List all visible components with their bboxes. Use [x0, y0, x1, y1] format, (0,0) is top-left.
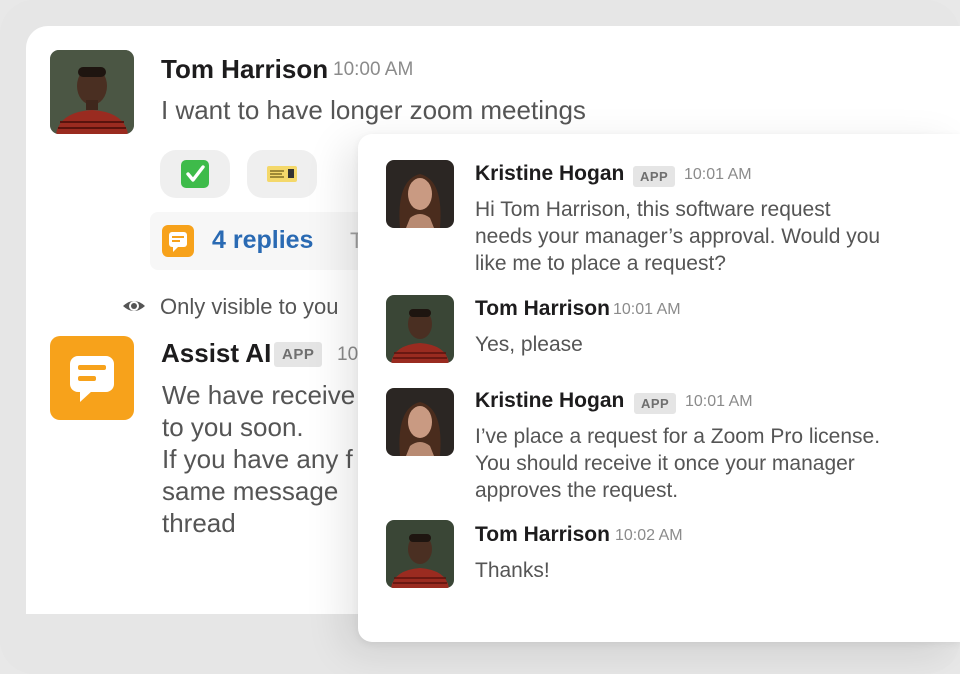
- message-timestamp[interactable]: 10: [337, 344, 358, 366]
- message-text-line: same message: [162, 476, 339, 506]
- message-text-line: like me to place a request?: [475, 252, 726, 275]
- message-text-line: needs your manager’s approval. Would you: [475, 225, 881, 248]
- message-author[interactable]: Tom Harrison: [475, 523, 610, 547]
- message-text-line: to you soon.: [162, 412, 304, 442]
- message-author[interactable]: Tom Harrison: [475, 297, 610, 321]
- message-timestamp[interactable]: 10:01 AM: [684, 166, 752, 184]
- avatar-kristine-hogan[interactable]: [386, 388, 454, 456]
- app-badge: APP: [633, 166, 676, 187]
- message-author[interactable]: Kristine Hogan: [475, 389, 624, 413]
- avatar-assist-ai[interactable]: [50, 336, 134, 420]
- avatar-tom-harrison[interactable]: [50, 50, 134, 134]
- checkmark-icon: [181, 160, 209, 188]
- assist-chat-icon: [70, 356, 114, 402]
- reaction-checkmark[interactable]: [160, 150, 230, 198]
- reaction-ticket[interactable]: [247, 150, 317, 198]
- message-text-line: approves the request.: [475, 479, 679, 502]
- app-badge: APP: [274, 342, 323, 367]
- message-text-line: Hi Tom Harrison, this software request: [475, 198, 831, 221]
- message-author[interactable]: Assist AI: [161, 338, 271, 369]
- message-text-line: We have receive: [162, 380, 356, 410]
- avatar-kristine-hogan[interactable]: [386, 160, 454, 228]
- reply-count[interactable]: 4 replies: [212, 226, 313, 255]
- message-text-line: If you have any f: [162, 444, 353, 474]
- message-text-line: Thanks!: [475, 559, 550, 582]
- thread-panel: Kristine Hogan APP 10:01 AM Hi Tom Harri…: [358, 134, 960, 642]
- eye-icon: [123, 301, 145, 311]
- message-text-line: You should receive it once your manager: [475, 452, 855, 475]
- visibility-text: Only visible to you: [160, 294, 339, 319]
- assist-app-icon: [162, 225, 194, 257]
- ticket-icon: [267, 166, 297, 182]
- avatar-tom-harrison[interactable]: [386, 520, 454, 588]
- message-author[interactable]: Kristine Hogan: [475, 162, 624, 186]
- message-text-line: I’ve place a request for a Zoom Pro lice…: [475, 425, 881, 448]
- app-badge: APP: [634, 393, 677, 414]
- message-timestamp[interactable]: 10:02 AM: [615, 527, 683, 545]
- avatar-tom-harrison[interactable]: [386, 295, 454, 363]
- message-author[interactable]: Tom Harrison: [161, 54, 328, 85]
- message-timestamp[interactable]: 10:01 AM: [685, 393, 753, 411]
- message-timestamp[interactable]: 10:01 AM: [613, 301, 681, 319]
- message-text-line: Yes, please: [475, 333, 583, 356]
- message-text: I want to have longer zoom meetings: [161, 95, 586, 125]
- message-timestamp[interactable]: 10:00 AM: [333, 59, 413, 81]
- message-text-line: thread: [162, 508, 236, 538]
